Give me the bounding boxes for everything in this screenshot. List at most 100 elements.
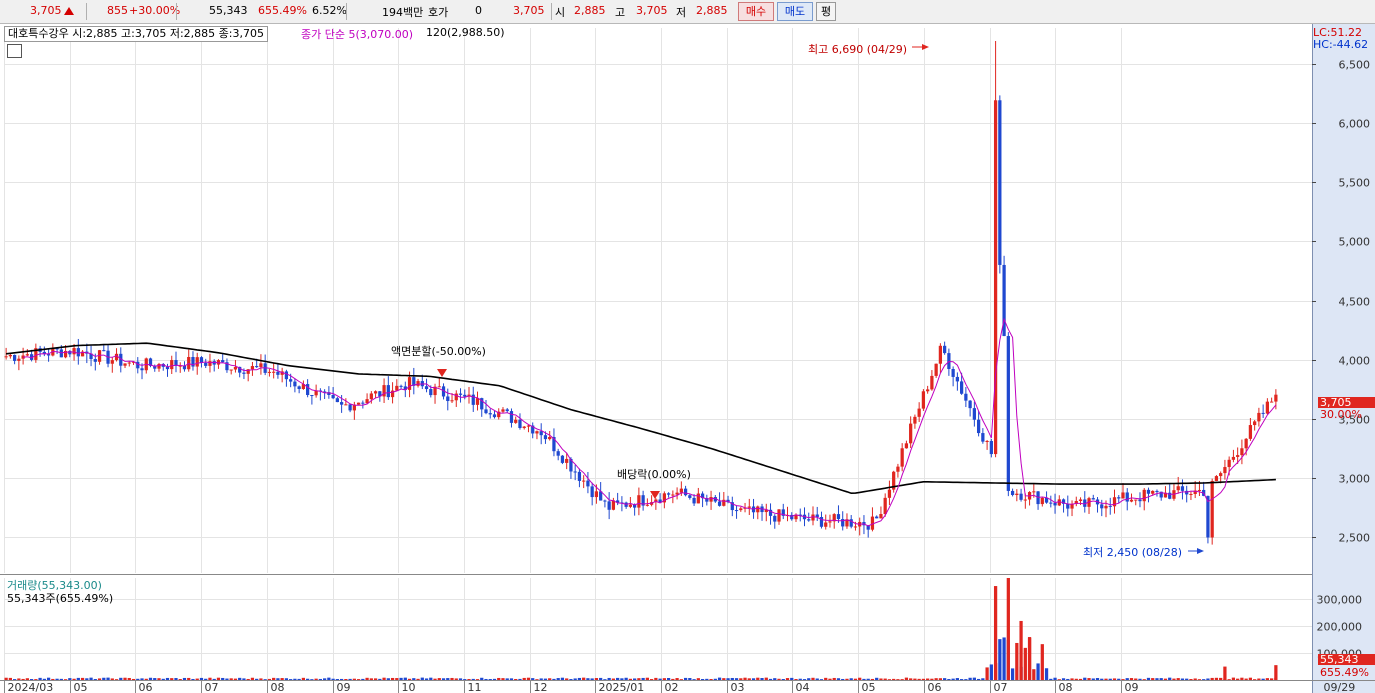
volume-bar bbox=[199, 677, 204, 680]
volume-bar bbox=[875, 677, 879, 680]
volume-bar bbox=[458, 678, 463, 680]
y-tick-label: 5,000 bbox=[1339, 236, 1371, 249]
volume-bar bbox=[785, 678, 790, 680]
volume-bar bbox=[1129, 678, 1134, 680]
volume-bar bbox=[675, 678, 679, 680]
volume-bar bbox=[8, 677, 12, 680]
candle-body bbox=[586, 480, 590, 487]
candle-body bbox=[395, 385, 399, 391]
candle-body bbox=[1261, 412, 1265, 414]
candle-body bbox=[233, 366, 238, 370]
volume-bar bbox=[314, 678, 318, 680]
y-tick-label: 4,000 bbox=[1339, 355, 1371, 368]
volume-bar bbox=[1002, 637, 1006, 680]
volume-bar bbox=[29, 679, 34, 680]
candle-body bbox=[1091, 498, 1095, 500]
stock-legend[interactable]: 대호특수강우 시:2,885 고:3,705 저:2,885 종:3,705 bbox=[4, 26, 268, 42]
candle-body bbox=[637, 495, 641, 508]
ma5-legend[interactable]: 종가 단순 5(3,070.00) bbox=[301, 26, 413, 42]
ma120-legend[interactable]: 120(2,988.50) bbox=[426, 26, 505, 39]
candle-body bbox=[603, 500, 607, 502]
price-chart[interactable]: 6,5006,0005,5005,0004,5004,0003,5003,000… bbox=[0, 0, 1375, 693]
volume-bar bbox=[85, 678, 89, 680]
volume-bar bbox=[866, 678, 870, 680]
candle-body bbox=[989, 440, 993, 455]
volume-bar bbox=[1219, 677, 1223, 680]
volume-bar bbox=[390, 677, 395, 680]
candle-body bbox=[573, 471, 577, 473]
volume-bar bbox=[807, 678, 811, 680]
volume-bar bbox=[216, 677, 221, 680]
candle-body bbox=[1180, 486, 1185, 491]
volume-bar bbox=[1036, 663, 1040, 680]
volume-bar bbox=[726, 678, 730, 680]
volume-bar bbox=[72, 678, 76, 680]
volume-bar bbox=[717, 677, 722, 680]
y-tick-label: 6,500 bbox=[1339, 59, 1371, 72]
volume-bar bbox=[552, 678, 556, 680]
candle-body bbox=[110, 360, 114, 364]
candle-body bbox=[913, 416, 917, 424]
volume-bar bbox=[828, 678, 832, 680]
volume-bar bbox=[289, 679, 293, 680]
volume-bar bbox=[709, 679, 713, 680]
candle-body bbox=[1108, 505, 1112, 507]
volume-bar bbox=[1206, 678, 1210, 680]
volume-bar bbox=[1108, 678, 1112, 680]
candle-body bbox=[25, 354, 29, 356]
volume-bar bbox=[1189, 679, 1193, 680]
candle-body bbox=[896, 466, 900, 472]
volume-bar bbox=[97, 678, 102, 680]
volume-bar bbox=[378, 678, 382, 680]
volume-bar bbox=[484, 678, 488, 680]
volume-bar bbox=[225, 678, 229, 680]
volume-bar bbox=[1240, 677, 1244, 680]
candle-body bbox=[1197, 489, 1202, 491]
candle-body bbox=[1274, 394, 1278, 402]
volume-bar bbox=[284, 678, 289, 680]
volume-bar bbox=[174, 678, 178, 680]
candle-body bbox=[1104, 505, 1108, 509]
volume-bar bbox=[1244, 678, 1248, 680]
volume-bar bbox=[964, 679, 968, 680]
volume-bar bbox=[1023, 647, 1027, 680]
candle-body bbox=[72, 348, 76, 355]
candle-body bbox=[582, 480, 586, 482]
candle-body bbox=[1189, 494, 1193, 496]
candle-body bbox=[853, 526, 858, 528]
volume-bar bbox=[306, 678, 310, 680]
volume-bar bbox=[369, 678, 373, 680]
volume-bar bbox=[955, 678, 959, 680]
candle-body bbox=[688, 495, 692, 498]
volume-bar bbox=[509, 678, 514, 680]
candle-body bbox=[879, 514, 883, 519]
x-tick-label: 09/29 bbox=[1324, 681, 1356, 693]
volume-bar bbox=[594, 678, 599, 680]
x-tick-label: 07 bbox=[205, 681, 219, 693]
candle-body bbox=[628, 504, 633, 507]
volume-bar bbox=[136, 678, 140, 680]
volume-bar bbox=[263, 679, 267, 680]
x-tick-label: 09 bbox=[337, 681, 351, 693]
volume-bar bbox=[1134, 678, 1138, 680]
volume-bar bbox=[1091, 678, 1095, 680]
candle-body bbox=[424, 386, 429, 390]
volume-bar bbox=[1210, 677, 1214, 680]
y-tick-label: 4,500 bbox=[1339, 296, 1371, 309]
volume-bar bbox=[1248, 677, 1253, 680]
low-annotation: 최저 2,450 (08/28) bbox=[1083, 546, 1183, 559]
volume-spike-bar bbox=[1223, 666, 1227, 680]
grid-icon[interactable] bbox=[7, 44, 22, 58]
volume-bar bbox=[259, 678, 263, 680]
candle-body bbox=[964, 393, 968, 401]
volume-bar bbox=[505, 678, 509, 680]
candle-body bbox=[1270, 401, 1274, 403]
candle-body bbox=[1032, 491, 1036, 493]
candle-body bbox=[102, 350, 106, 352]
volume-bar bbox=[1049, 678, 1053, 680]
candle-body bbox=[1236, 455, 1240, 457]
volume-bar bbox=[1057, 679, 1061, 680]
candle-body bbox=[127, 362, 131, 364]
volume-bar bbox=[1265, 678, 1270, 680]
volume-bar bbox=[951, 678, 955, 680]
